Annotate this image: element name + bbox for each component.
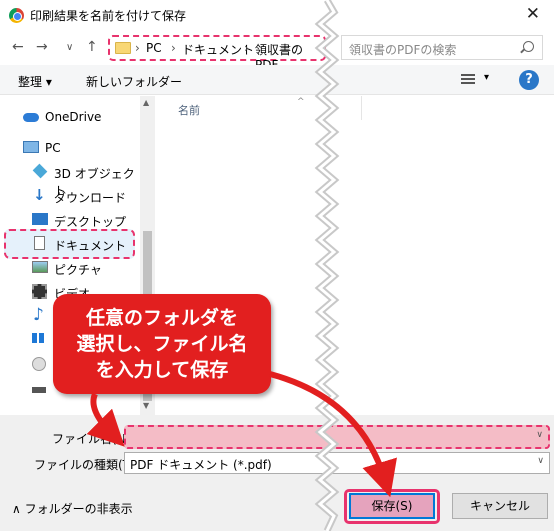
torn-edge-divider — [314, 0, 340, 531]
breadcrumb-separator: › — [171, 41, 176, 55]
breadcrumb-pc[interactable]: PC — [146, 41, 162, 55]
chevron-down-icon[interactable]: ∨ — [536, 430, 543, 440]
sidebar-item-desktop[interactable]: デスクトップ — [0, 209, 140, 231]
sidebar-item-label: ダウンロード — [54, 191, 127, 205]
callout-line-1: 任意のフォルダを — [85, 307, 238, 329]
forward-arrow-icon[interactable]: → — [36, 39, 48, 55]
drive-icon — [32, 387, 46, 393]
view-options-icon[interactable] — [461, 74, 475, 86]
pc-icon — [23, 141, 39, 153]
disk-icon — [32, 357, 46, 371]
view-dropdown-caret-icon[interactable]: ▾ — [484, 72, 489, 83]
desktop-icon — [32, 213, 48, 225]
sidebar-item-label: デスクトップ — [54, 215, 127, 229]
search-input[interactable]: 領収書のPDFの検索 — [341, 35, 543, 60]
download-icon: ↓ — [33, 186, 46, 204]
new-folder-button[interactable]: 新しいフォルダー — [86, 73, 182, 90]
music-icon: ♪ — [33, 305, 44, 325]
organize-button[interactable]: 整理 ▾ — [18, 73, 52, 90]
picture-icon — [32, 261, 48, 273]
callout-line-3: を入力して保存 — [95, 359, 229, 381]
search-placeholder: 領収書のPDFの検索 — [349, 43, 457, 57]
sidebar-item-pictures[interactable]: ピクチャ — [0, 257, 140, 279]
search-icon[interactable] — [523, 41, 534, 52]
column-divider[interactable] — [361, 96, 362, 120]
breadcrumb-separator: › — [244, 41, 249, 55]
filename-label: ファイル名(N): — [52, 432, 135, 446]
filetype-value: PDF ドキュメント (*.pdf) — [130, 458, 272, 472]
sidebar-item-onedrive[interactable]: OneDrive — [0, 106, 140, 128]
close-icon[interactable]: ✕ — [526, 4, 540, 24]
recent-locations-chevron-icon[interactable]: ∨ — [66, 42, 73, 53]
back-arrow-icon[interactable]: ← — [12, 39, 24, 55]
folder-icon — [115, 42, 131, 54]
scroll-up-icon[interactable]: ▲ — [143, 98, 149, 107]
sidebar-item-downloads[interactable]: ↓ ダウンロード — [0, 185, 140, 207]
breadcrumb-separator: › — [135, 41, 140, 55]
title-bar: 印刷結果を名前を付けて保存 ✕ — [0, 0, 554, 31]
sidebar-item-documents[interactable]: ドキュメント — [0, 233, 140, 255]
column-header-name[interactable]: 名前 — [178, 102, 200, 118]
document-icon — [34, 236, 45, 250]
sort-caret-icon: ^ — [297, 97, 305, 107]
chevron-down-icon[interactable]: ∨ — [537, 456, 544, 466]
address-row: ← → ∨ ↑ › PC › ドキュメント › 領収書のPDF 領収書のPDFの… — [0, 31, 554, 72]
address-breadcrumb[interactable]: › PC › ドキュメント › 領収書のPDF — [108, 35, 326, 72]
cube-icon — [32, 163, 48, 179]
command-bar: 整理 ▾ 新しいフォルダー ▾ ? — [0, 65, 554, 95]
up-arrow-icon[interactable]: ↑ — [86, 39, 98, 55]
scroll-down-icon[interactable]: ▼ — [143, 401, 149, 410]
hide-folders-toggle[interactable]: ∧ フォルダーの非表示 — [12, 500, 133, 517]
instruction-callout: 任意のフォルダを 選択し、ファイル名 を入力して保存 — [53, 294, 271, 394]
window-title: 印刷結果を名前を付けて保存 — [30, 9, 187, 23]
sidebar-item-3d-objects[interactable]: 3D オブジェクト — [0, 161, 140, 198]
windows-icon — [32, 333, 44, 343]
save-button[interactable]: 保存(S) — [349, 493, 435, 519]
sidebar-item-label: OneDrive — [45, 110, 102, 124]
sidebar-item-pc[interactable]: PC — [0, 137, 140, 159]
chrome-icon — [9, 8, 24, 23]
sidebar-item-label: ドキュメント — [54, 239, 127, 253]
callout-line-2: 選択し、ファイル名 — [76, 333, 248, 355]
help-icon[interactable]: ? — [519, 70, 539, 90]
cloud-icon — [23, 113, 39, 122]
cancel-button[interactable]: キャンセル — [452, 493, 548, 519]
sidebar-item-label: PC — [45, 141, 61, 155]
sidebar-item-label: ピクチャ — [54, 263, 102, 277]
video-icon — [32, 284, 47, 299]
